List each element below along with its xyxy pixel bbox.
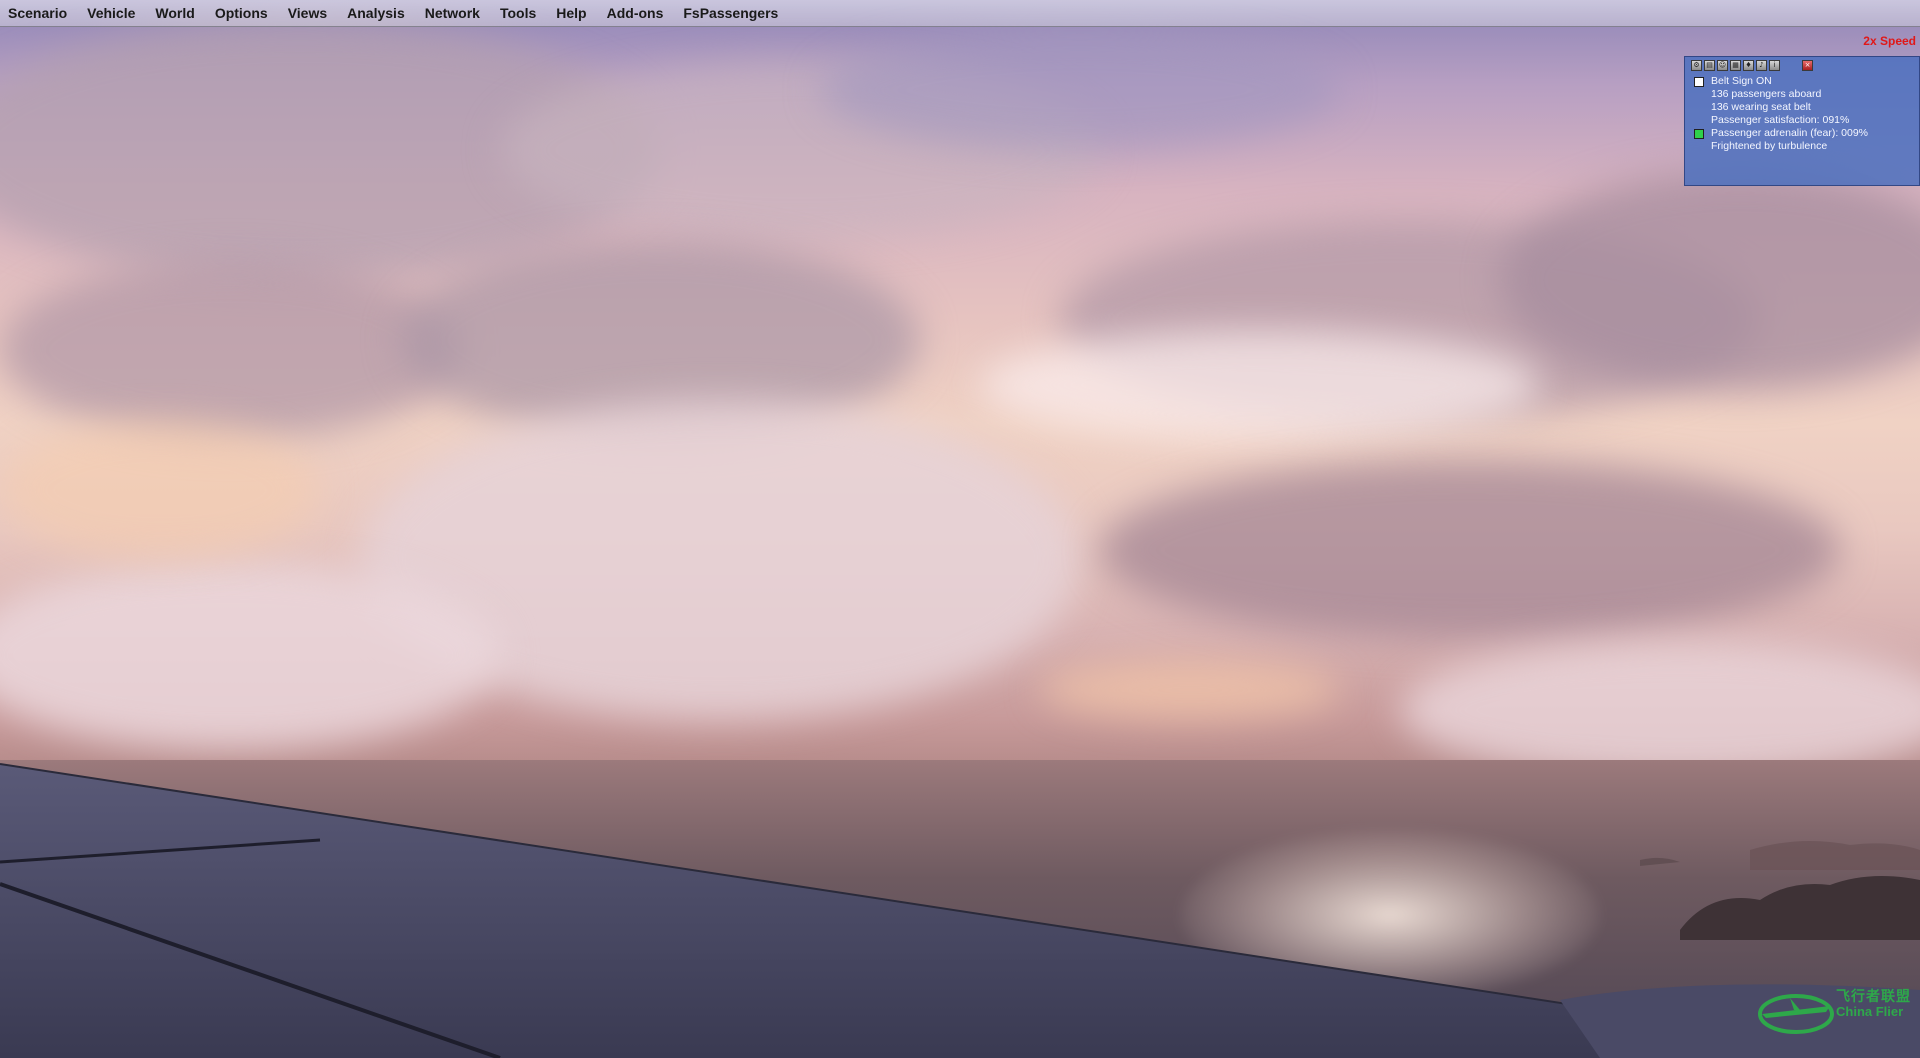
belt-sign-indicator xyxy=(1694,77,1704,87)
cloud xyxy=(1040,660,1340,720)
crew-icon[interactable]: ♦ xyxy=(1743,60,1754,71)
china-flier-watermark: 飞行者联盟 China Flier xyxy=(1756,984,1920,1040)
cloud xyxy=(1400,640,1920,780)
sim-speed-indicator: 2x Speed xyxy=(1863,34,1916,48)
watermark-text-en: China Flier xyxy=(1836,1004,1904,1019)
settings-icon[interactable]: ⚙ xyxy=(1691,60,1702,71)
flight-info-icon[interactable]: ▤ xyxy=(1704,60,1715,71)
aircraft-wing xyxy=(0,763,1920,1058)
fsp-toolbar: ⚙ ▤ ☺ ▦ ♦ ♪ i × xyxy=(1691,60,1813,71)
menu-tools[interactable]: Tools xyxy=(490,0,546,26)
menu-scenario[interactable]: Scenario xyxy=(0,0,77,26)
seat-belt-count: 136 wearing seat belt xyxy=(1711,101,1811,113)
announce-icon[interactable]: ♪ xyxy=(1756,60,1767,71)
menu-bar: Scenario Vehicle World Options Views Ana… xyxy=(0,0,1920,27)
cloud xyxy=(0,260,460,440)
info-icon[interactable]: i xyxy=(1769,60,1780,71)
cloud xyxy=(980,330,1540,440)
menu-fspassengers[interactable]: FsPassengers xyxy=(673,0,788,26)
menu-add-ons[interactable]: Add-ons xyxy=(597,0,674,26)
passenger-adrenalin: Passenger adrenalin (fear): 009% xyxy=(1711,127,1869,139)
china-flier-logo-icon xyxy=(1758,994,1834,1034)
menu-vehicle[interactable]: Vehicle xyxy=(77,0,145,26)
menu-options[interactable]: Options xyxy=(205,0,278,26)
cloud xyxy=(820,30,1340,150)
passenger-icon[interactable]: ☺ xyxy=(1717,60,1728,71)
cloud xyxy=(0,560,500,750)
cabin-icon[interactable]: ▦ xyxy=(1730,60,1741,71)
menu-views[interactable]: Views xyxy=(278,0,337,26)
cloud xyxy=(1100,460,1840,640)
menu-network[interactable]: Network xyxy=(415,0,490,26)
flight-scene xyxy=(0,0,1920,1058)
belt-sign-status: Belt Sign ON xyxy=(1711,75,1772,87)
passengers-aboard: 136 passengers aboard xyxy=(1711,88,1822,100)
close-icon[interactable]: × xyxy=(1802,60,1813,71)
passenger-satisfaction: Passenger satisfaction: 091% xyxy=(1711,114,1850,126)
menu-help[interactable]: Help xyxy=(546,0,596,26)
passenger-status-note: Frightened by turbulence xyxy=(1711,140,1828,152)
menu-world[interactable]: World xyxy=(145,0,204,26)
watermark-text-cn: 飞行者联盟 xyxy=(1836,989,1911,1005)
adrenalin-indicator xyxy=(1694,129,1704,139)
menu-analysis[interactable]: Analysis xyxy=(337,0,415,26)
cloud xyxy=(0,420,320,560)
fspassengers-panel: ⚙ ▤ ☺ ▦ ♦ ♪ i × Belt Sign ON 136 passeng… xyxy=(1684,56,1920,186)
